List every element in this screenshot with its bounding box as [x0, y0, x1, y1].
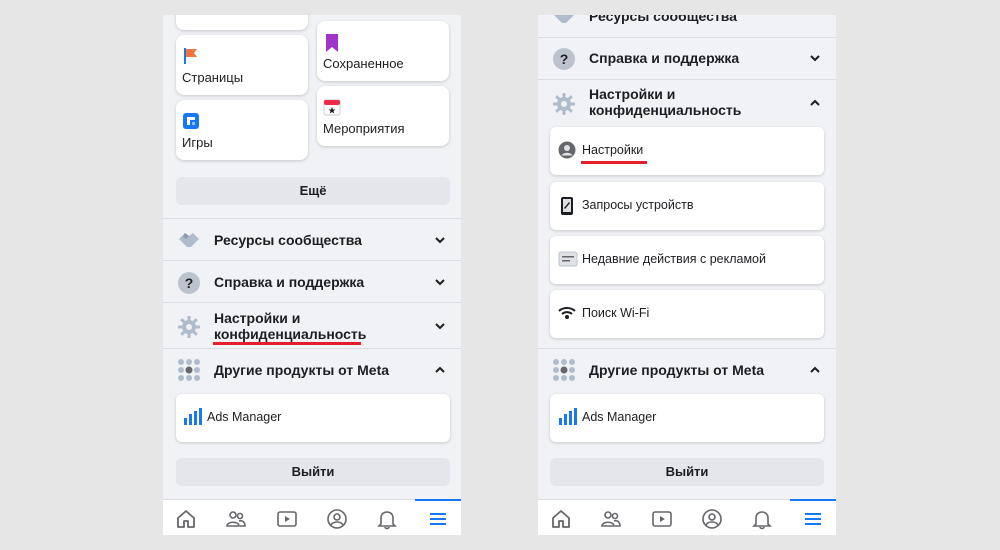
- section-other-meta-products[interactable]: Другие продукты от Meta: [538, 348, 836, 388]
- ads-manager-label: Ads Manager: [207, 410, 282, 424]
- chevron-down-icon: [435, 323, 445, 330]
- menu-icon[interactable]: [427, 508, 449, 530]
- flag-icon: [182, 47, 200, 70]
- shortcut-pages[interactable]: Страницы: [176, 35, 308, 95]
- settings-item-label: Запросы устройств: [582, 198, 694, 212]
- shortcut-label: Мероприятия: [323, 121, 405, 136]
- home-icon[interactable]: [550, 508, 572, 530]
- active-tab-indicator: [790, 499, 836, 501]
- section-help-support[interactable]: ? Справка и поддержка: [538, 37, 836, 79]
- chevron-down-icon: [435, 279, 445, 286]
- handshake-icon: [552, 15, 576, 32]
- logout-button[interactable]: Выйти: [550, 458, 824, 486]
- highlight-underline: [581, 161, 647, 164]
- ads-manager-label: Ads Manager: [582, 410, 657, 424]
- shortcut-label: Страницы: [182, 70, 244, 85]
- friends-icon[interactable]: [225, 508, 247, 530]
- shortcut-card-partial[interactable]: [176, 15, 308, 30]
- settings-item-label: Недавние действия с рекламой: [582, 252, 766, 266]
- help-icon: ?: [552, 47, 576, 76]
- bookmark-icon: [323, 33, 341, 58]
- section-other-meta-products[interactable]: Другие продукты от Meta: [163, 348, 461, 388]
- help-icon: ?: [177, 271, 201, 300]
- see-more-button[interactable]: Ещё: [176, 177, 450, 205]
- ads-manager-icon: [183, 408, 203, 431]
- settings-item-device-requests[interactable]: Запросы устройств: [550, 182, 824, 230]
- bottom-tab-bar: [538, 499, 836, 535]
- section-settings-privacy[interactable]: Настройки и конфиденциальность: [538, 79, 836, 125]
- section-help-support[interactable]: ? Справка и поддержка: [163, 260, 461, 302]
- gear-icon: [552, 92, 576, 121]
- ads-manager-icon: [558, 408, 578, 431]
- settings-item-label: Настройки: [582, 143, 644, 157]
- handshake-icon: [177, 229, 201, 256]
- active-tab-indicator: [415, 499, 461, 501]
- chevron-up-icon: [810, 99, 820, 106]
- apps-grid-icon: [177, 358, 201, 387]
- shortcut-games[interactable]: Игры: [176, 100, 308, 160]
- menu-icon[interactable]: [802, 508, 824, 530]
- chevron-down-icon: [810, 55, 820, 62]
- watch-icon[interactable]: [276, 508, 298, 530]
- logout-button[interactable]: Выйти: [176, 458, 450, 486]
- section-community-resources[interactable]: Ресурсы сообщества: [163, 218, 461, 260]
- friends-icon[interactable]: [600, 508, 622, 530]
- watch-icon[interactable]: [651, 508, 673, 530]
- settings-item-ad-activity[interactable]: Недавние действия с рекламой: [550, 236, 824, 284]
- ads-manager-item[interactable]: Ads Manager: [550, 394, 824, 442]
- apps-grid-icon: [552, 358, 576, 387]
- section-title-line1: Настройки и: [214, 310, 301, 326]
- gaming-icon: [182, 112, 200, 135]
- section-title: Другие продукты от Meta: [214, 362, 390, 378]
- notifications-icon[interactable]: [751, 508, 773, 530]
- bottom-tab-bar: [163, 499, 461, 535]
- svg-text:?: ?: [560, 51, 569, 67]
- settings-item-settings[interactable]: Настройки: [550, 127, 824, 175]
- settings-item-find-wifi[interactable]: Поиск Wi-Fi: [550, 290, 824, 338]
- section-title: Ресурсы сообщества: [589, 15, 737, 24]
- notifications-icon[interactable]: [376, 508, 398, 530]
- chevron-up-icon: [435, 366, 445, 373]
- shortcut-label: Игры: [182, 135, 213, 150]
- settings-item-label: Поиск Wi-Fi: [582, 306, 650, 320]
- profile-icon[interactable]: [326, 508, 348, 530]
- wifi-icon: [558, 304, 576, 327]
- home-icon[interactable]: [175, 508, 197, 530]
- chevron-down-icon: [435, 237, 445, 244]
- chevron-up-icon: [810, 366, 820, 373]
- right-phone-screen: Ресурсы сообщества ? Справка и поддержка…: [538, 15, 836, 535]
- ad-activity-icon: [558, 250, 578, 273]
- shortcut-events[interactable]: Мероприятия: [317, 86, 449, 146]
- profile-icon[interactable]: [701, 508, 723, 530]
- section-title: Ресурсы сообщества: [214, 232, 362, 248]
- shortcut-saved[interactable]: Сохраненное: [317, 21, 449, 81]
- section-community-resources-partial[interactable]: Ресурсы сообщества: [538, 15, 836, 37]
- section-title: Другие продукты от Meta: [589, 362, 765, 378]
- left-phone-screen: Страницы Сохраненное Игры Мероприятия Ещ…: [163, 15, 461, 535]
- ads-manager-item[interactable]: Ads Manager: [176, 394, 450, 442]
- section-title-line1: Настройки и: [589, 86, 676, 102]
- highlight-underline: [213, 342, 361, 345]
- section-title-line2: конфиденциальность: [214, 326, 367, 342]
- shortcut-label: Сохраненное: [323, 56, 404, 71]
- calendar-icon: [323, 98, 341, 121]
- section-title-line2: конфиденциальность: [589, 102, 742, 118]
- section-title: Справка и поддержка: [214, 274, 365, 290]
- section-title: Справка и поддержка: [589, 50, 740, 66]
- gear-icon: [177, 315, 201, 344]
- profile-icon: [558, 141, 576, 164]
- device-icon: [558, 196, 576, 221]
- svg-text:?: ?: [185, 275, 194, 291]
